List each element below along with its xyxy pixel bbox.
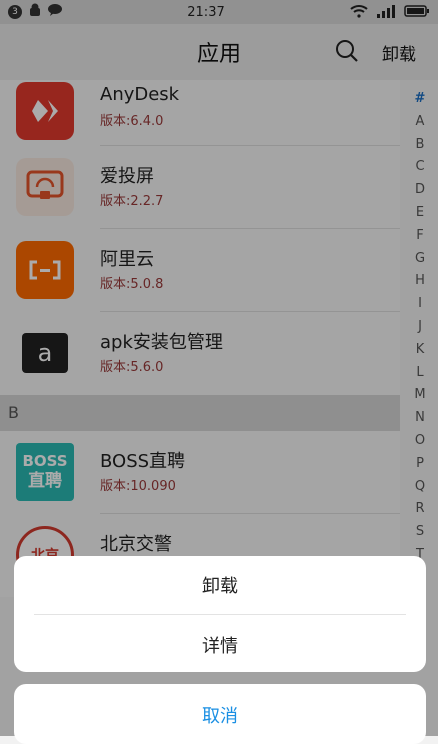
cancel-button[interactable]: 取消 — [14, 702, 426, 728]
divider — [34, 614, 406, 615]
uninstall-option[interactable]: 卸载 — [14, 572, 426, 598]
details-option[interactable]: 详情 — [14, 632, 426, 658]
action-sheet: 卸载 详情 — [14, 556, 426, 672]
cancel-sheet: 取消 — [14, 684, 426, 744]
